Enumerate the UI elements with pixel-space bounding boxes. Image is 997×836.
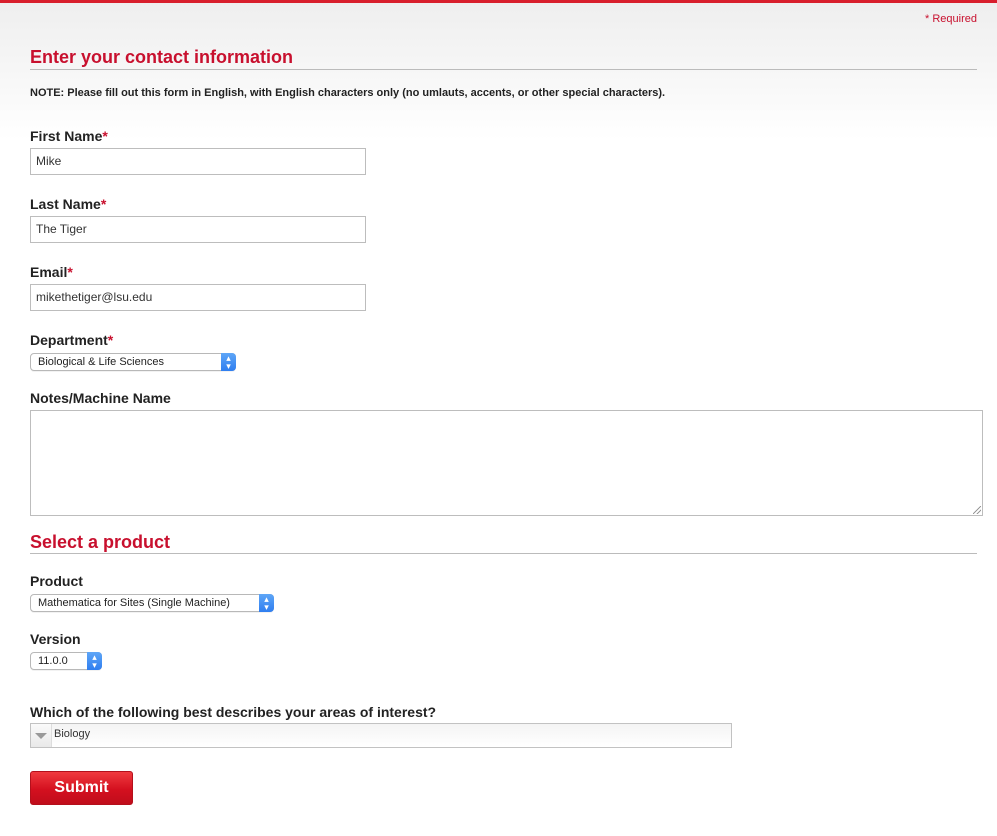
version-select[interactable]: 11.0.0 ▴ ▾ bbox=[30, 652, 102, 670]
first-name-label: First Name* bbox=[30, 128, 108, 144]
required-star: * bbox=[107, 332, 114, 348]
up-down-chevron-icon: ▴ ▾ bbox=[87, 652, 102, 670]
required-star: * bbox=[67, 264, 73, 280]
last-name-value: The Tiger bbox=[36, 222, 87, 236]
department-label-text: Department bbox=[30, 332, 108, 348]
version-selected-value: 11.0.0 bbox=[38, 655, 68, 667]
notes-label: Notes/Machine Name bbox=[30, 390, 171, 406]
contact-section-divider bbox=[30, 69, 977, 70]
first-name-input[interactable]: Mike bbox=[30, 148, 366, 175]
first-name-label-text: First Name bbox=[30, 128, 103, 144]
resize-grip-icon[interactable] bbox=[973, 506, 981, 514]
required-note: * Required bbox=[925, 13, 977, 25]
last-name-label: Last Name* bbox=[30, 196, 106, 212]
product-label: Product bbox=[30, 573, 83, 589]
interests-label: Which of the following best describes yo… bbox=[30, 704, 437, 720]
department-select[interactable]: Biological & Life Sciences ▴ ▾ bbox=[30, 353, 236, 371]
up-down-chevron-icon: ▴ ▾ bbox=[221, 353, 236, 371]
email-label-text: Email bbox=[30, 264, 68, 280]
up-down-chevron-icon: ▴ ▾ bbox=[259, 594, 274, 612]
triangle-down-icon[interactable] bbox=[31, 724, 52, 747]
notes-textarea[interactable] bbox=[30, 410, 983, 516]
product-select[interactable]: Mathematica for Sites (Single Machine) ▴… bbox=[30, 594, 274, 612]
contact-section-title: Enter your contact information bbox=[30, 47, 294, 67]
interests-select[interactable]: Biology bbox=[30, 723, 732, 748]
product-selected-value: Mathematica for Sites (Single Machine) bbox=[38, 597, 230, 609]
last-name-label-text: Last Name bbox=[30, 196, 101, 212]
product-section-divider bbox=[30, 553, 977, 554]
version-label: Version bbox=[30, 631, 81, 647]
department-selected-value: Biological & Life Sciences bbox=[38, 356, 164, 368]
last-name-input[interactable]: The Tiger bbox=[30, 216, 366, 243]
required-star: * bbox=[102, 128, 108, 144]
interests-selected-value: Biology bbox=[54, 728, 91, 740]
product-section-title: Select a product bbox=[30, 532, 171, 552]
english-only-note: NOTE: Please fill out this form in Engli… bbox=[30, 87, 666, 99]
required-star: * bbox=[100, 196, 107, 212]
first-name-value: Mike bbox=[36, 154, 62, 168]
email-value: mikethetiger@lsu.edu bbox=[36, 290, 153, 304]
department-label: Department* bbox=[30, 332, 113, 348]
top-accent-bar bbox=[0, 0, 997, 3]
submit-button[interactable]: Submit bbox=[30, 771, 133, 805]
email-input[interactable]: mikethetiger@lsu.edu bbox=[30, 284, 366, 311]
email-label: Email* bbox=[30, 264, 73, 280]
